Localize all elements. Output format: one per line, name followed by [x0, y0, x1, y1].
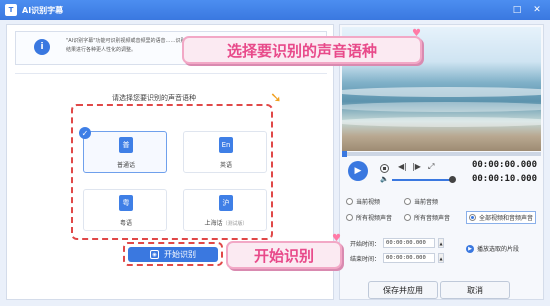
language-label: 英语 [219, 162, 232, 169]
spin-button[interactable]: ▲ [438, 253, 445, 263]
stop-button[interactable] [380, 164, 389, 173]
book-icon: 沪 [219, 195, 233, 211]
language-label: 粤语 [119, 220, 132, 227]
close-icon[interactable]: ✕ [530, 3, 544, 17]
wave-shape [342, 87, 541, 97]
play-selection-button[interactable]: ▶ 播放选取的片段 [466, 244, 519, 253]
prev-frame-icon[interactable]: ◀| [398, 162, 407, 171]
title-bar: T AI识别字幕 □ ✕ [0, 0, 550, 20]
end-time-input[interactable]: 00:00:00.000 [383, 253, 436, 263]
heart-icon: ♥ [412, 28, 421, 39]
language-option-english[interactable]: En 英语 [183, 131, 267, 173]
player-controls: ▶ ◀| |▶ ⤢ 🔈 00:00:00.000 00:00:10.000 [342, 156, 541, 190]
radio-label: 所有视频声音 [356, 215, 393, 222]
volume-slider[interactable] [392, 179, 452, 181]
language-label: 上海话（测试版） [204, 220, 248, 227]
callout-select-language: 选择要识别的声音语种 [182, 36, 422, 64]
radio-dot-selected [469, 214, 476, 221]
heart-icon: ♥ [332, 233, 341, 244]
info-text: "AI识别字幕"功能可识别视频或音频里的语音……识别结果进行各种更人性化的调整。 [66, 38, 186, 53]
app-logo-icon: T [5, 4, 17, 16]
start-time-row: 开始时间： 00:00:00.000 ▲ [350, 238, 445, 248]
start-button-highlight: ◉ 开始识别 [123, 242, 223, 266]
scope-option-all-video-audio[interactable]: 全部视频和音频声音 [466, 211, 537, 224]
maximize-icon[interactable]: □ [510, 3, 524, 17]
end-time-label: 结束时间： [350, 255, 381, 263]
wave-shape [342, 117, 541, 127]
language-label: 普通话 [116, 162, 135, 169]
check-icon: ✓ [79, 127, 91, 139]
volume-icon[interactable]: 🔈 [380, 175, 389, 183]
wave-shape [342, 102, 541, 112]
radio-label: 当前视频 [356, 199, 381, 206]
radio-dot [404, 198, 411, 205]
next-frame-icon[interactable]: |▶ [412, 162, 421, 171]
arrow-down-icon: ➘ [270, 90, 282, 106]
total-time: 00:00:10.000 [471, 174, 537, 184]
radio-dot [346, 198, 353, 205]
beta-tag: （测试版） [222, 221, 248, 227]
callout-start-recognition: 开始识别 [226, 241, 342, 269]
play-selection-label: 播放选取的片段 [477, 246, 520, 253]
end-time-row: 结束时间： 00:00:00.000 ▲ [350, 253, 445, 263]
radio-label: 所有音频声音 [414, 215, 451, 222]
save-apply-button[interactable]: 保存并应用 [368, 281, 438, 299]
scope-option-all-video[interactable]: 所有视频声音 [346, 213, 392, 222]
book-icon: 粤 [119, 195, 133, 211]
scope-option-current-audio[interactable]: 当前音频 [404, 197, 438, 206]
fullscreen-icon[interactable]: ⤢ [428, 162, 434, 172]
spin-button[interactable]: ▲ [438, 238, 445, 248]
radio-dot [346, 214, 353, 221]
volume-handle[interactable] [449, 176, 456, 183]
language-options-panel: ✓ 普 普通话 En 英语 粤 粤语 沪 上海话（测试版） [71, 104, 273, 240]
start-time-input[interactable]: 00:00:00.000 [383, 238, 436, 248]
language-option-cantonese[interactable]: 粤 粤语 [83, 189, 167, 231]
language-select-title: 请选择您要识别的声音语种 [112, 94, 196, 102]
start-time-label: 开始时间： [350, 240, 381, 248]
book-icon: En [219, 137, 233, 153]
radio-label: 全部视频和音频声音 [479, 215, 534, 222]
play-icon: ▶ [466, 244, 474, 253]
preview-panel: ▶ ◀| |▶ ⤢ 🔈 00:00:00.000 00:00:10.000 当前… [339, 24, 544, 300]
scope-option-current-video[interactable]: 当前视频 [346, 197, 380, 206]
current-time: 00:00:00.000 [471, 160, 537, 170]
radio-dot [404, 214, 411, 221]
info-icon: i [34, 39, 50, 55]
play-button[interactable]: ▶ [348, 161, 368, 181]
scope-option-all-audio[interactable]: 所有音频声音 [404, 213, 450, 222]
divider [15, 73, 327, 74]
start-recognition-button[interactable]: ◉ 开始识别 [128, 247, 218, 262]
start-recognition-label: 开始识别 [164, 250, 196, 259]
cancel-button[interactable]: 取消 [440, 281, 510, 299]
scan-icon: ◉ [150, 250, 159, 259]
language-option-shanghainese[interactable]: 沪 上海话（测试版） [183, 189, 267, 231]
language-option-mandarin[interactable]: ✓ 普 普通话 [79, 127, 167, 173]
book-icon: 普 [119, 137, 133, 153]
window-title: AI识别字幕 [22, 5, 64, 15]
radio-label: 当前音频 [414, 199, 439, 206]
